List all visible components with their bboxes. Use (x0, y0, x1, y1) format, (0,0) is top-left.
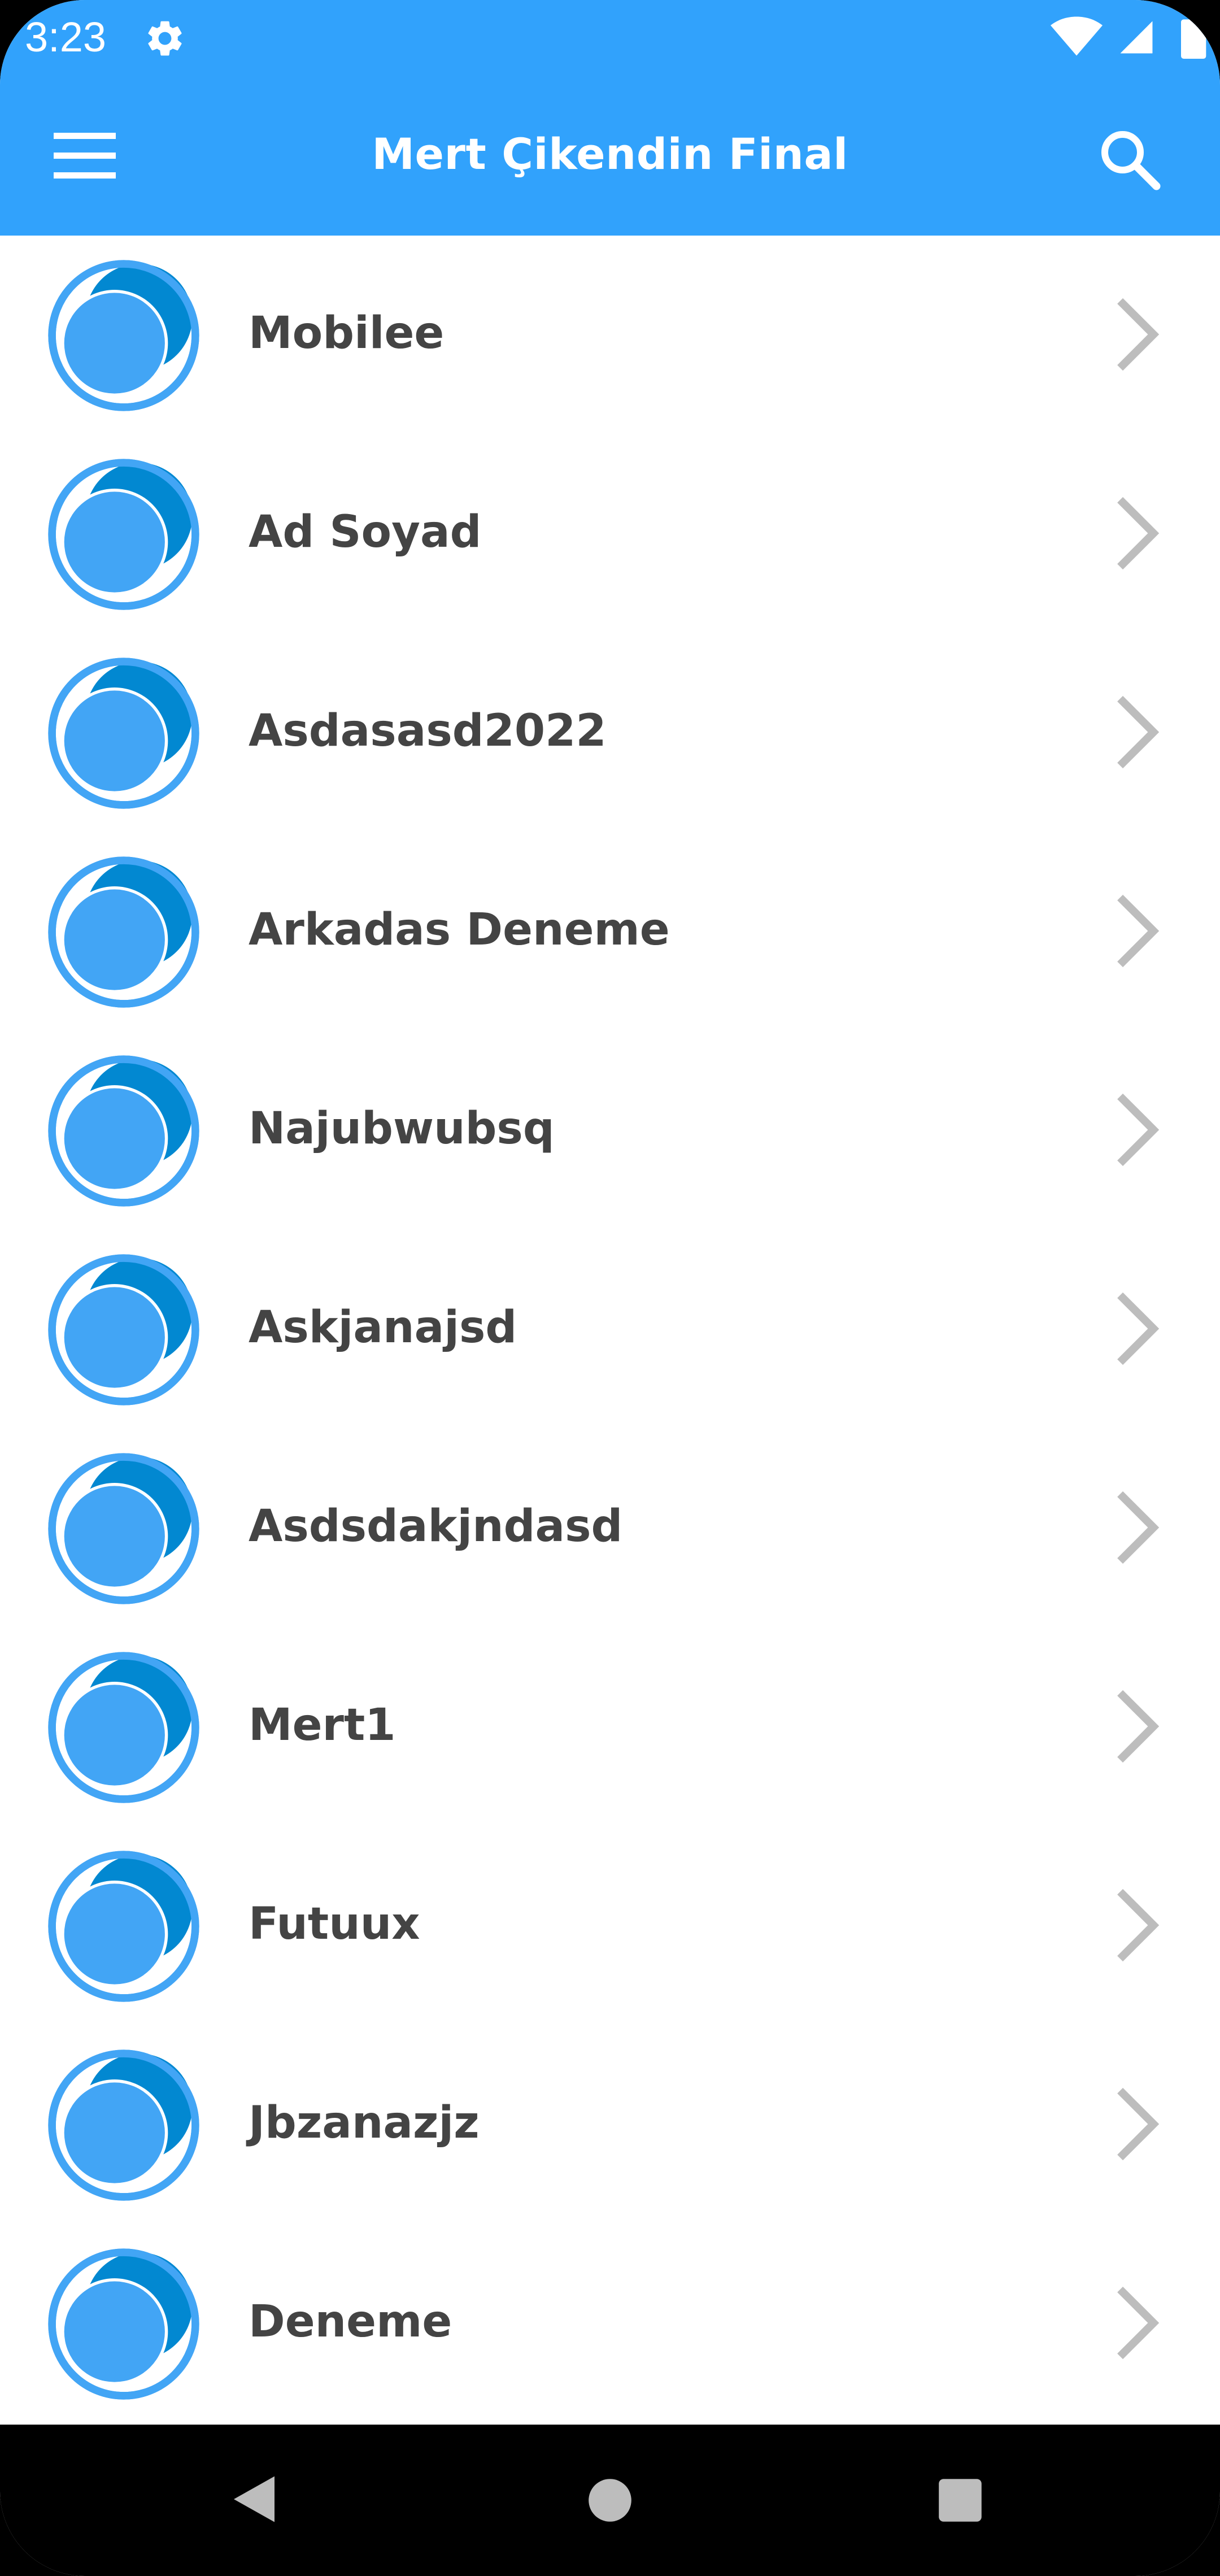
avatar-icon (48, 1652, 199, 1803)
hamburger-menu-icon[interactable] (51, 130, 119, 181)
app-title: Mert Çikendin Final (372, 129, 848, 179)
status-time: 3:23 (25, 14, 107, 60)
navigation-bar (0, 2425, 1220, 2576)
list-item[interactable]: Futuux (0, 1826, 1220, 2025)
list-item-label: Arkadas Deneme (249, 904, 670, 955)
recents-icon[interactable] (936, 2477, 984, 2524)
list-item-label: Deneme (249, 2296, 452, 2347)
list-item-label: Mert1 (249, 1700, 396, 1751)
status-icons (1051, 16, 1220, 61)
battery-icon (1181, 19, 1206, 59)
phone-screen: 3:23 Mert Çikendin Final Mobilee Ad Soya… (0, 0, 1220, 2576)
home-icon[interactable] (586, 2477, 634, 2524)
avatar-icon (48, 658, 199, 809)
avatar-icon (48, 1254, 199, 1406)
chevron-right-icon (1117, 2286, 1160, 2360)
contact-list: Mobilee Ad Soyad Asdasasd2022 Arkadas Denem… (0, 236, 1220, 2425)
avatar-icon (48, 260, 199, 411)
chevron-right-icon (1117, 2087, 1160, 2161)
chevron-right-icon (1117, 1292, 1160, 1365)
list-item-label: Asdasasd2022 (249, 706, 607, 756)
list-item-label: Askjanajsd (249, 1302, 517, 1353)
list-item-label: Jbzanazjz (249, 2098, 480, 2148)
avatar-icon (48, 2248, 199, 2400)
chevron-right-icon (1117, 298, 1160, 371)
search-icon[interactable] (1096, 125, 1164, 193)
list-item[interactable]: Askjanajsd (0, 1230, 1220, 1429)
list-item[interactable]: Ad Soyad (0, 434, 1220, 633)
list-item-label: Asdsdakjndasd (249, 1501, 623, 1552)
list-item[interactable]: Mert1 (0, 1628, 1220, 1826)
list-item[interactable]: Najubwubsq (0, 1031, 1220, 1230)
list-item[interactable]: Asdsdakjndasd (0, 1429, 1220, 1628)
chevron-right-icon (1117, 1491, 1160, 1564)
list-item-label: Najubwubsq (249, 1103, 555, 1154)
chevron-right-icon (1117, 695, 1160, 769)
status-bar: 3:23 (0, 0, 1220, 73)
chevron-right-icon (1117, 894, 1160, 968)
list-item-label: Futuux (249, 1899, 420, 1950)
avatar-icon (48, 856, 199, 1008)
avatar-icon (48, 1055, 199, 1207)
list-item[interactable]: Deneme (0, 2224, 1220, 2423)
chevron-right-icon (1117, 1889, 1160, 1962)
settings-gear-icon (148, 21, 182, 56)
avatar-icon (48, 459, 199, 610)
wifi-icon (1051, 16, 1103, 56)
cell-signal-icon (1120, 21, 1153, 54)
avatar-icon (48, 1851, 199, 2002)
avatar-icon (48, 2050, 199, 2201)
list-item-label: Ad Soyad (249, 507, 482, 558)
list-item[interactable]: Arkadas Deneme (0, 832, 1220, 1031)
back-icon[interactable] (229, 2471, 280, 2527)
chevron-right-icon (1117, 1093, 1160, 1167)
avatar-icon (48, 1453, 199, 1604)
list-item[interactable]: Jbzanazjz (0, 2025, 1220, 2224)
app-bar: Mert Çikendin Final (0, 73, 1220, 236)
list-item[interactable]: Asdasasd2022 (0, 633, 1220, 832)
chevron-right-icon (1117, 1690, 1160, 1763)
list-item[interactable]: Mobilee (0, 236, 1220, 434)
chevron-right-icon (1117, 497, 1160, 570)
list-item-label: Mobilee (249, 308, 445, 359)
